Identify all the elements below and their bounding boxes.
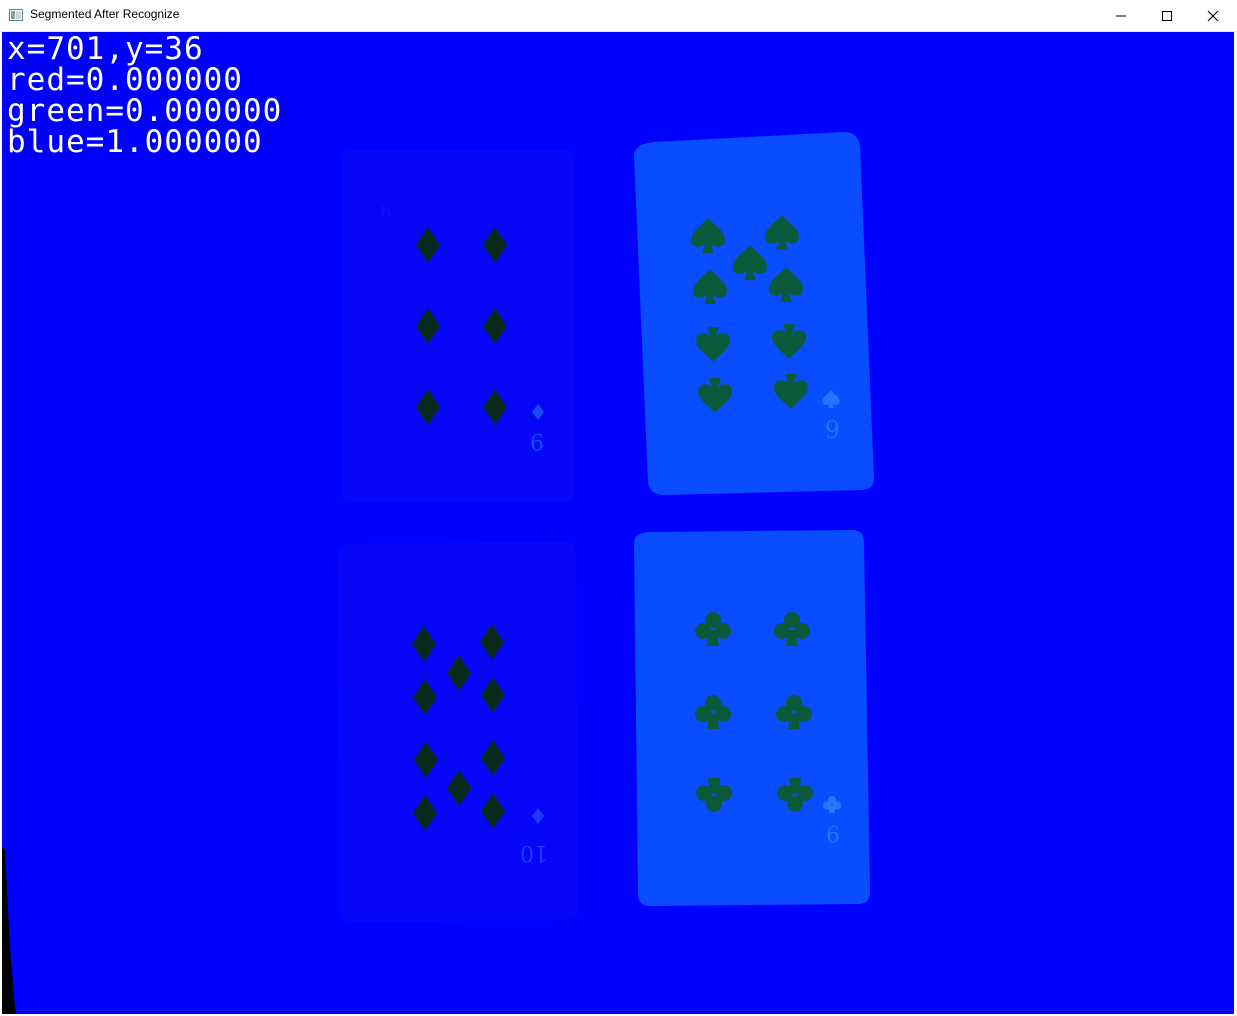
coordinate-readout: x=701,y=36 [7, 32, 204, 67]
svg-text:9: 9 [530, 428, 544, 453]
title-bar[interactable]: Segmented After Recognize [0, 0, 1237, 32]
pixel-readout: x=701,y=36 red=0.000000 green=0.000000 b… [7, 34, 282, 158]
segmented-image-canvas[interactable]: 9 6 6 10 9 x=701,y=36 red=0.000000 green… [2, 32, 1234, 1014]
maximize-button[interactable] [1144, 0, 1190, 31]
green-value: green=0.000000 [7, 93, 283, 129]
svg-text:6: 6 [825, 414, 840, 442]
close-button[interactable] [1190, 0, 1236, 31]
blue-value: blue=1.000000 [7, 124, 263, 160]
card-six-of-diamonds: 9 6 [342, 150, 574, 502]
svg-text:10: 10 [520, 840, 548, 865]
maximize-icon [1162, 11, 1172, 21]
close-icon [1207, 10, 1219, 22]
card-nine-of-spades: 6 [634, 132, 874, 495]
card-scene: 9 6 6 10 9 [338, 132, 874, 922]
app-window: Segmented After Recognize 9 6 6 10 9 x=7… [0, 0, 1237, 1016]
window-title: Segmented After Recognize [30, 7, 180, 21]
svg-text:9: 9 [826, 820, 840, 845]
svg-text:6: 6 [380, 201, 391, 222]
card-ten-of-diamonds: 10 [338, 542, 578, 922]
window-app-icon [9, 9, 23, 21]
card-six-of-clubs: 9 [634, 530, 870, 906]
red-value: red=0.000000 [7, 62, 243, 98]
minimize-button[interactable] [1098, 0, 1144, 31]
left-edge-shadow [2, 847, 16, 1014]
corner-index: 6 [822, 390, 840, 442]
minimize-icon [1116, 15, 1126, 17]
